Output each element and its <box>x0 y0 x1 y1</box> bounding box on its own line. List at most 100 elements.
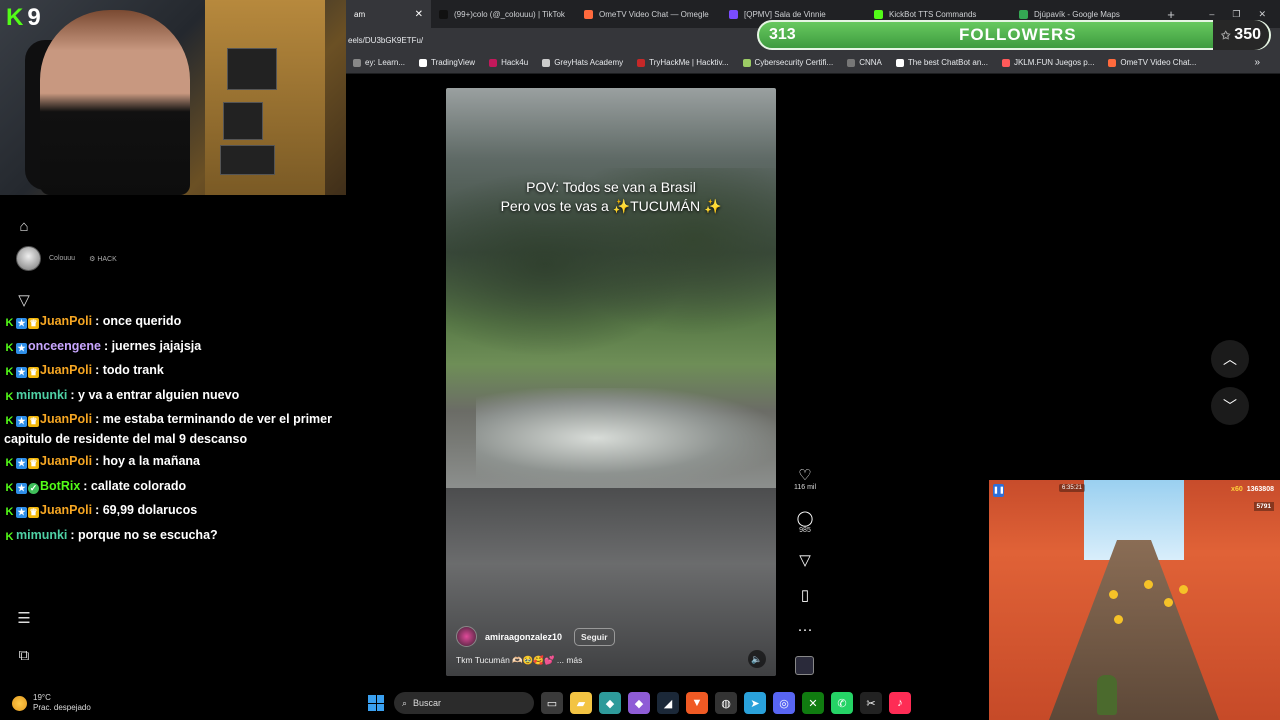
bookmark-favicon-icon <box>895 58 904 67</box>
previous-reel-button[interactable]: ︿ <box>1211 340 1249 378</box>
chat-message: K ★ ♛ JuanPoli: once querido <box>4 309 349 334</box>
bookmark-item[interactable]: ey: Learn... <box>346 58 412 67</box>
maximize-button[interactable]: ❐ <box>1232 9 1240 20</box>
avatar <box>16 246 41 271</box>
bookmark-item[interactable]: Hack4u <box>482 58 535 67</box>
browser-tab[interactable]: am ✕ <box>346 0 431 28</box>
volume-icon[interactable]: 🔈 <box>748 650 766 668</box>
game-runner <box>1097 675 1117 715</box>
task-view-icon[interactable]: ▭ <box>541 692 563 714</box>
send-icon[interactable]: ▽ <box>15 292 33 310</box>
bookmark-favicon-icon <box>353 58 361 67</box>
browser-tab[interactable]: OmeTV Video Chat — Omegle <box>576 0 721 28</box>
chat-username[interactable]: JuanPoli <box>40 412 92 426</box>
close-window-button[interactable]: ✕ <box>1258 9 1266 20</box>
video-author[interactable]: amiraagonzalez10 Seguir <box>456 626 615 647</box>
chat-username[interactable]: JuanPoli <box>40 503 92 517</box>
chat-username[interactable]: mimunki <box>16 528 67 542</box>
screen: am ✕ (99+)colo (@_colouuu) | TikTok OmeTV V… <box>0 0 1280 720</box>
xbox-icon[interactable]: ✕ <box>802 692 824 714</box>
webcam-feed: K 9 <box>0 0 346 195</box>
save-button[interactable]: ▯ <box>790 588 820 604</box>
chat-username[interactable]: JuanPoli <box>40 314 92 328</box>
bookmark-item[interactable]: CNNA <box>840 58 889 67</box>
bookmark-label: Cybersecurity Certifi... <box>754 58 834 67</box>
like-button[interactable]: ♡ 116 mil <box>790 468 820 492</box>
capcut-icon[interactable]: ✂ <box>860 692 882 714</box>
bookmark-item[interactable]: Cybersecurity Certifi... <box>736 58 841 67</box>
gift-badge-icon: ♛ <box>28 416 39 427</box>
bookmark-label: The best ChatBot an... <box>907 58 988 67</box>
bookmark-item[interactable]: OmeTV Video Chat... <box>1101 58 1203 67</box>
subscriber-badge-icon: ★ <box>16 458 27 469</box>
bookmark-item[interactable]: JKLM.FUN Juegos p... <box>995 58 1101 67</box>
bookmark-favicon-icon <box>1001 58 1010 67</box>
subway-surfers-overlay: ❚❚ 6:35:21 x60 1363808 5791 <box>989 480 1280 720</box>
chat-message: K ★ ♛ JuanPoli: hoy a la mañana <box>4 449 349 474</box>
chat-username[interactable]: BotRix <box>40 479 80 493</box>
browser-tab[interactable]: (99+)colo (@_colouuu) | TikTok <box>431 0 576 28</box>
minimize-button[interactable]: – <box>1209 9 1214 20</box>
bookmark-label: Hack4u <box>501 58 529 67</box>
steam-icon[interactable]: ◢ <box>657 692 679 714</box>
bookmark-item[interactable]: TradingView <box>412 58 482 67</box>
tiktok-icon[interactable]: ♪ <box>889 692 911 714</box>
bookmark-label: JKLM.FUN Juegos p... <box>1013 58 1095 67</box>
more-button[interactable]: ··· <box>790 622 820 638</box>
chat-username[interactable]: mimunki <box>16 388 67 402</box>
reel-video[interactable]: POV: Todos se van a Brasil Pero vos te v… <box>446 88 776 676</box>
apps-icon[interactable]: ⧉ <box>15 647 33 665</box>
chat-username[interactable]: onceengene <box>28 339 101 353</box>
share-button[interactable]: ▽ <box>790 553 820 569</box>
comment-button[interactable]: ◯ 985 <box>790 511 820 535</box>
chat-message: K ★ ✓ BotRix: callate colorado <box>4 474 349 499</box>
kick-badge-icon: K <box>5 481 14 494</box>
verified-badge-icon: ✓ <box>28 482 39 494</box>
bookmark-favicon-icon <box>637 58 646 67</box>
chat-text: : 69,99 dolarucos <box>95 503 198 517</box>
kick-badge-icon: K <box>5 317 14 329</box>
game-coins: 5791 <box>1253 502 1274 511</box>
discord-icon[interactable]: ◎ <box>773 692 795 714</box>
telegram-icon[interactable]: ➤ <box>744 692 766 714</box>
game-score: x60 1363808 <box>1231 484 1274 495</box>
whatsapp-icon[interactable]: ✆ <box>831 692 853 714</box>
chat-message: K ★ ♛ JuanPoli: todo trank <box>4 358 349 383</box>
game-coin <box>1144 580 1153 589</box>
close-tab-icon[interactable]: ✕ <box>415 9 423 20</box>
bookmark-item[interactable]: The best ChatBot an... <box>889 58 995 67</box>
account-switcher[interactable]: Colouuu ⚙ HACK <box>16 246 117 271</box>
shelf <box>205 0 325 195</box>
home-icon[interactable]: ⌂ <box>15 218 33 236</box>
author-avatar[interactable] <box>456 626 477 647</box>
shelf-box <box>227 48 277 90</box>
video-description[interactable]: Tkm Tucumán 🫶🏻🥹🥰💕 ... más <box>456 655 582 666</box>
start-button[interactable] <box>365 692 387 714</box>
followers-label: FOLLOWERS <box>959 25 1077 44</box>
bookmarks-bar: ey: Learn... TradingView Hack4u GreyHats Ac… <box>346 52 1280 74</box>
menu-icon[interactable]: ☰ <box>15 610 33 628</box>
next-reel-button[interactable]: ﹀ <box>1211 387 1249 425</box>
kick-logo-icon: K <box>6 4 24 31</box>
chat-username[interactable]: JuanPoli <box>40 363 92 377</box>
game-coin <box>1164 598 1173 607</box>
github-icon[interactable]: ◍ <box>715 692 737 714</box>
streamer <box>40 10 190 195</box>
bookmark-item[interactable]: GreyHats Academy <box>535 58 630 67</box>
game-coin <box>1114 615 1123 624</box>
weather-widget[interactable]: 19°C Prac. despejado <box>12 693 91 713</box>
taskbar-search[interactable]: ⌕ Buscar <box>394 692 534 714</box>
follow-button[interactable]: Seguir <box>574 627 615 646</box>
audio-thumbnail[interactable] <box>795 656 814 675</box>
chat-username[interactable]: JuanPoli <box>40 454 92 468</box>
brave-icon[interactable]: ▼ <box>686 692 708 714</box>
visual-studio-icon[interactable]: ◆ <box>599 692 621 714</box>
more-bookmarks-icon[interactable]: » <box>1254 57 1280 68</box>
bookmark-label: CNNA <box>859 58 882 67</box>
obs-icon[interactable]: ◆ <box>628 692 650 714</box>
url-text[interactable]: eels/DU3bGK9ETFu/ <box>348 36 423 45</box>
files-icon[interactable]: ▰ <box>570 692 592 714</box>
bookmark-item[interactable]: TryHackMe | Hacktiv... <box>630 58 735 67</box>
author-name[interactable]: amiraagonzalez10 <box>485 632 562 642</box>
chat-text: : todo trank <box>95 363 164 377</box>
